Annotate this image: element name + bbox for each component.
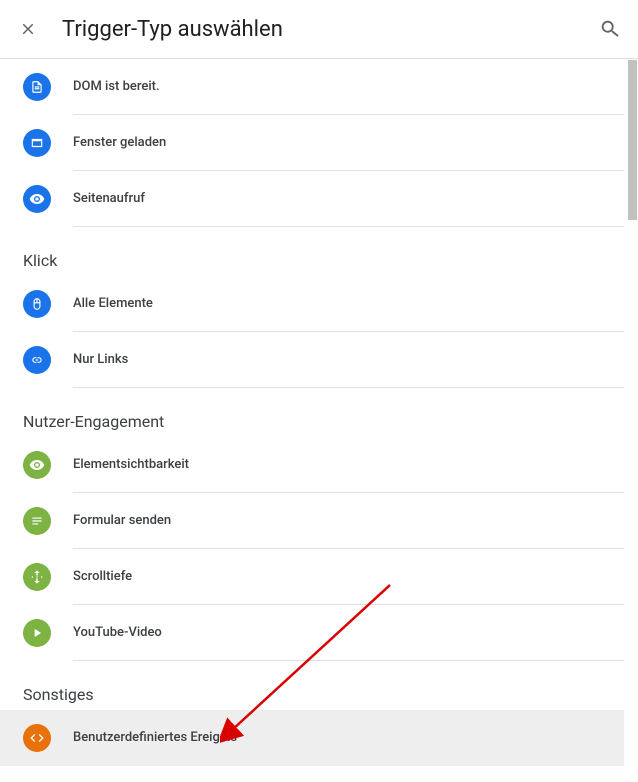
scroll-icon xyxy=(23,563,51,591)
window-icon xyxy=(23,129,51,157)
trigger-list-panel: DOM ist bereit. Fenster geladen Seitenau… xyxy=(0,59,624,782)
trigger-label: Scrolltiefe xyxy=(73,569,132,584)
close-icon xyxy=(19,20,37,38)
section-title-other: Sonstiges xyxy=(0,661,624,710)
trigger-row-pageview[interactable]: Seitenaufruf xyxy=(0,171,624,227)
search-icon xyxy=(599,18,621,40)
trigger-label: YouTube-Video xyxy=(73,625,162,640)
trigger-row-form-submit[interactable]: Formular senden xyxy=(0,493,624,549)
trigger-row-youtube-video[interactable]: YouTube-Video xyxy=(0,605,624,661)
dialog-header: Trigger-Typ auswählen xyxy=(0,0,638,59)
code-icon xyxy=(23,724,51,752)
trigger-row-window-loaded[interactable]: Fenster geladen xyxy=(0,115,624,171)
mouse-icon xyxy=(23,290,51,318)
trigger-label: Seitenaufruf xyxy=(73,191,145,206)
trigger-row-scroll-depth[interactable]: Scrolltiefe xyxy=(0,549,624,605)
trigger-row-custom-event[interactable]: Benutzerdefiniertes Ereignis xyxy=(0,710,624,766)
trigger-label: DOM ist bereit. xyxy=(73,79,160,94)
trigger-label: Elementsichtbarkeit xyxy=(73,457,189,472)
scrollbar-thumb[interactable] xyxy=(628,60,637,220)
trigger-label: Alle Elemente xyxy=(73,296,153,311)
trigger-row-dom-ready[interactable]: DOM ist bereit. xyxy=(0,59,624,115)
link-icon xyxy=(23,346,51,374)
trigger-row-links-only[interactable]: Nur Links xyxy=(0,332,624,388)
close-button[interactable] xyxy=(16,17,40,41)
trigger-label: Fenster geladen xyxy=(73,135,166,150)
eye-icon xyxy=(23,451,51,479)
file-icon xyxy=(23,73,51,101)
section-title-click: Klick xyxy=(0,227,624,276)
trigger-label: Formular senden xyxy=(73,513,171,528)
form-icon xyxy=(23,507,51,535)
section-title-engagement: Nutzer-Engagement xyxy=(0,388,624,437)
dialog-title: Trigger-Typ auswählen xyxy=(62,17,598,42)
trigger-row-all-elements[interactable]: Alle Elemente xyxy=(0,276,624,332)
play-icon xyxy=(23,619,51,647)
trigger-row-element-visibility[interactable]: Elementsichtbarkeit xyxy=(0,437,624,493)
trigger-label: Nur Links xyxy=(73,352,128,367)
search-button[interactable] xyxy=(598,17,622,41)
trigger-label: Benutzerdefiniertes Ereignis xyxy=(73,730,237,745)
eye-icon xyxy=(23,185,51,213)
